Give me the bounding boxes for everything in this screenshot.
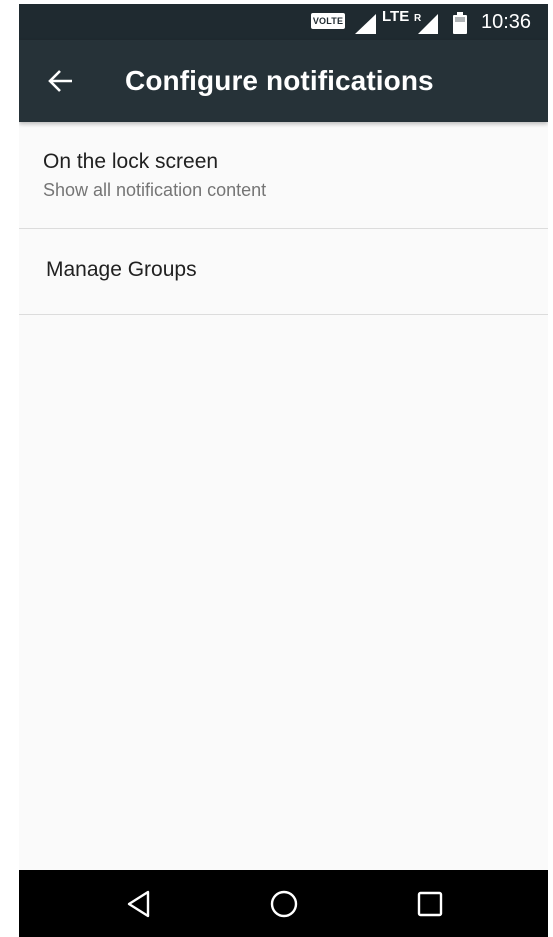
battery-icon: [453, 12, 467, 34]
app-bar: Configure notifications: [19, 40, 548, 122]
page-title: Configure notifications: [125, 65, 434, 96]
back-triangle-icon: [127, 890, 150, 918]
roaming-label: R: [414, 13, 422, 24]
volte-badge: VOLTE: [311, 13, 345, 29]
lock-screen-setting[interactable]: On the lock screen Show all notification…: [19, 122, 548, 229]
status-bar: VOLTE LTE R 10:36: [19, 4, 548, 40]
lock-screen-title: On the lock screen: [43, 150, 219, 173]
nav-back-button[interactable]: [117, 884, 161, 924]
screen: VOLTE LTE R 10:36 Configure notification…: [19, 4, 548, 937]
home-circle-icon: [270, 890, 298, 918]
nav-recents-button[interactable]: [408, 884, 452, 924]
settings-list: On the lock screen Show all notification…: [19, 122, 548, 315]
manage-groups-title: Manage Groups: [46, 258, 197, 281]
back-button[interactable]: [39, 61, 83, 101]
arrow-left-icon: [48, 70, 72, 92]
nav-home-button[interactable]: [262, 884, 306, 924]
lock-screen-summary: Show all notification content: [43, 180, 267, 200]
navigation-bar: [19, 870, 548, 937]
clock: 10:36: [481, 11, 532, 33]
network-type-label: LTE: [382, 8, 410, 25]
manage-groups-setting[interactable]: Manage Groups: [19, 229, 548, 315]
roaming-signal-icon: R: [414, 13, 438, 34]
signal-icon: [355, 14, 376, 34]
recents-square-icon: [417, 891, 443, 917]
